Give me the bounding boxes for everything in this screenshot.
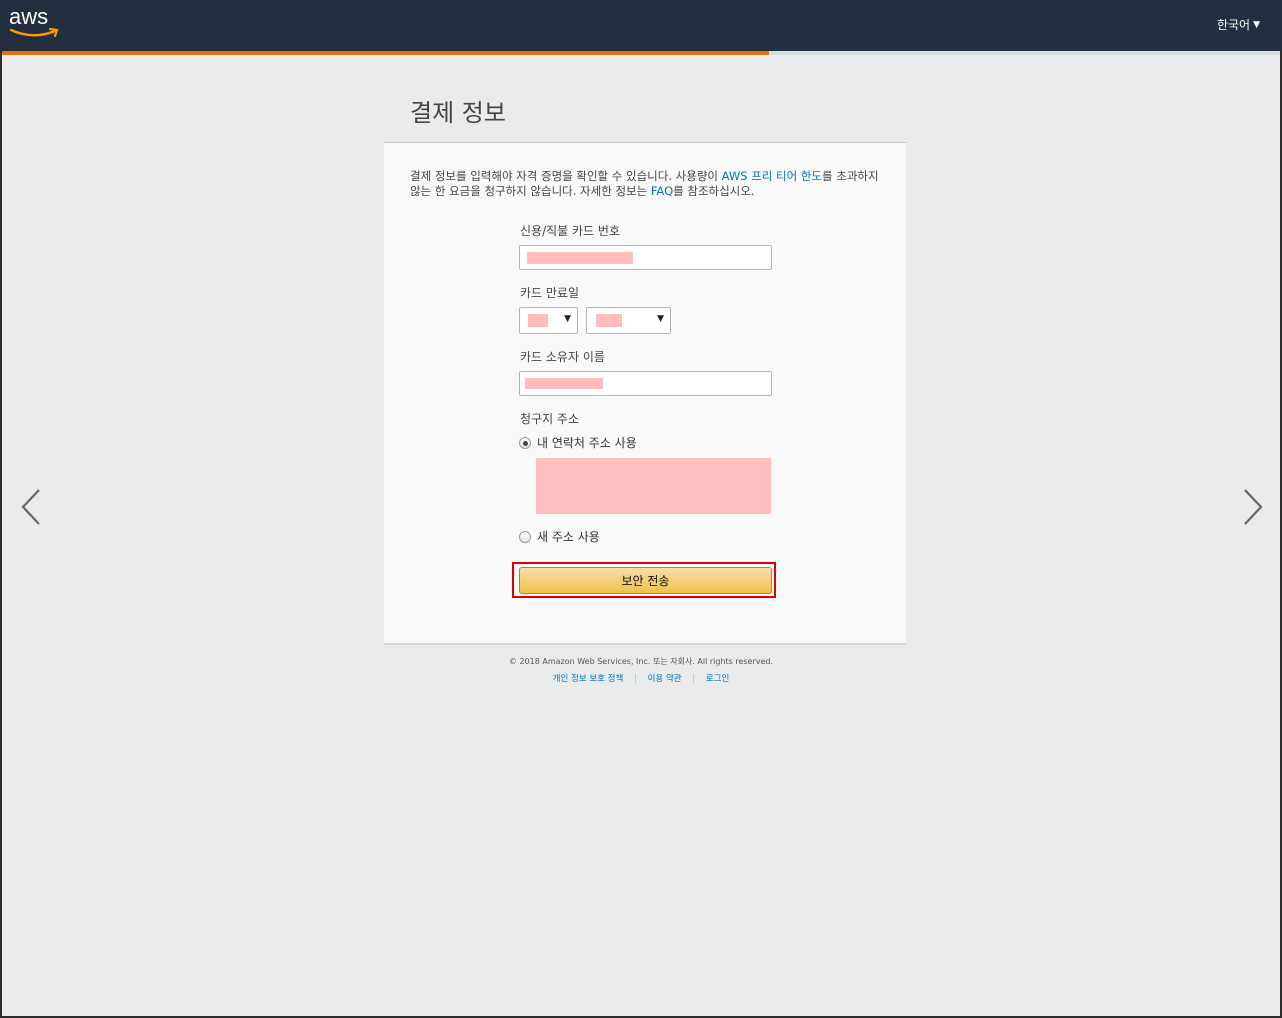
- secure-submit-button[interactable]: 보안 전송: [519, 567, 772, 594]
- footer-separator: |: [692, 674, 696, 684]
- footer-links: 개인 정보 보호 정책 | 이용 약관 | 로그인: [0, 672, 1282, 684]
- footer-separator: |: [634, 674, 637, 684]
- radio-checked-icon[interactable]: [519, 436, 531, 449]
- chevron-left-icon[interactable]: [20, 488, 42, 526]
- terms-link[interactable]: 이용 약관: [648, 674, 682, 684]
- cardholder-label: 카드 소유자 이름: [520, 350, 605, 364]
- card-number-label: 신용/직불 카드 번호: [520, 224, 620, 238]
- cardholder-name-input[interactable]: [519, 371, 772, 396]
- signup-progress-bar: [2, 51, 1280, 55]
- use-my-address-label: 내 연락처 주소 사용: [537, 436, 637, 450]
- expiry-month-select[interactable]: ▼: [519, 307, 578, 334]
- aws-logo[interactable]: aws: [9, 4, 61, 42]
- language-dropdown[interactable]: 한국어 ▼: [1217, 16, 1260, 33]
- caret-down-icon: ▼: [1253, 19, 1260, 30]
- chevron-right-icon[interactable]: [1242, 488, 1264, 526]
- use-my-address-option[interactable]: 내 연락처 주소 사용: [519, 434, 637, 451]
- intro-text-part-3: 를 참조하십시오.: [673, 184, 755, 198]
- progress-fill: [2, 51, 769, 55]
- free-tier-link[interactable]: AWS 프리 티어 한도: [722, 169, 822, 183]
- dropdown-arrow-icon: ▼: [564, 314, 571, 324]
- use-new-address-label: 새 주소 사용: [537, 530, 600, 544]
- card-number-input[interactable]: [519, 245, 772, 270]
- privacy-policy-link[interactable]: 개인 정보 보호 정책: [553, 674, 624, 684]
- smile-arrow-icon: [9, 27, 59, 38]
- page-title: 결제 정보: [410, 99, 506, 127]
- radio-unchecked-icon[interactable]: [519, 530, 531, 543]
- copyright-text: © 2018 Amazon Web Services, Inc. 또는 자회사.…: [508, 657, 774, 666]
- language-label: 한국어: [1216, 18, 1251, 32]
- redacted-contact-address: [536, 458, 771, 514]
- top-navigation-bar: aws 한국어 ▼: [0, 0, 1282, 51]
- faq-link[interactable]: FAQ: [651, 184, 673, 198]
- redacted-year: [596, 314, 622, 327]
- login-link[interactable]: 로그인: [706, 674, 729, 684]
- redacted-cardholder-name: [525, 378, 603, 389]
- expiry-label: 카드 만료일: [520, 286, 580, 300]
- billing-address-label: 청구지 주소: [520, 412, 580, 426]
- expiry-year-select[interactable]: ▼: [586, 307, 671, 334]
- dropdown-arrow-icon: ▼: [657, 314, 664, 324]
- intro-text: 결제 정보를 입력해야 자격 증명을 확인할 수 있습니다. 사용량이 AWS …: [410, 169, 880, 199]
- redacted-month: [528, 314, 548, 327]
- redacted-card-number: [527, 252, 633, 264]
- intro-text-part-1: 결제 정보를 입력해야 자격 증명을 확인할 수 있습니다. 사용량이: [410, 169, 722, 183]
- use-new-address-option[interactable]: 새 주소 사용: [519, 528, 600, 545]
